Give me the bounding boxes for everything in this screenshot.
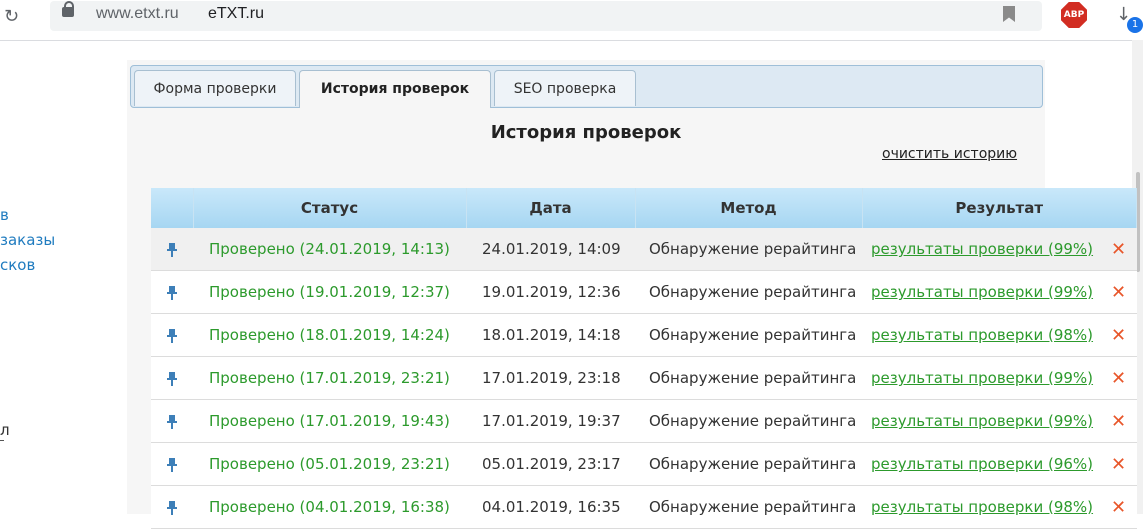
tab-check-history[interactable]: История проверок: [299, 70, 491, 108]
header-result: Результат: [862, 188, 1137, 228]
date-cell: 17.01.2019, 19:37: [466, 399, 635, 443]
method-cell: Обнаружение рерайтинга: [635, 270, 862, 314]
status-cell: Проверено (19.01.2019, 12:37): [193, 270, 466, 314]
tab-seo-check[interactable]: SEO проверка: [494, 70, 636, 106]
method-cell: Обнаружение рерайтинга: [635, 442, 862, 486]
table-header-row: Статус Дата Метод Результат: [151, 188, 1137, 228]
date-cell: 24.01.2019, 14:09: [466, 228, 635, 271]
table-row: Проверено (19.01.2019, 12:37) 19.01.2019,…: [151, 270, 1137, 314]
delete-icon[interactable]: ✕: [1100, 313, 1137, 357]
method-cell: Обнаружение рерайтинга: [635, 356, 862, 400]
table-row: Проверено (18.01.2019, 14:24) 18.01.2019,…: [151, 313, 1137, 357]
method-cell: Обнаружение рерайтинга: [635, 485, 862, 529]
result-cell: результаты проверки (99%): [862, 270, 1101, 314]
status-cell: Проверено (24.01.2019, 14:13): [193, 228, 466, 271]
delete-icon[interactable]: ✕: [1100, 485, 1137, 529]
delete-icon[interactable]: ✕: [1100, 356, 1137, 400]
result-link[interactable]: результаты проверки (99%): [871, 369, 1093, 387]
status-cell: Проверено (17.01.2019, 23:21): [193, 356, 466, 400]
date-cell: 05.01.2019, 23:17: [466, 442, 635, 486]
sidebar-link-3[interactable]: сков: [0, 256, 35, 274]
header-pin: [151, 188, 194, 228]
header-date: Дата: [466, 188, 636, 228]
pin-icon[interactable]: [151, 485, 193, 529]
url-domain: www.etxt.ru: [96, 5, 179, 22]
status-cell: Проверено (04.01.2019, 16:38): [193, 485, 466, 529]
pin-icon[interactable]: [151, 270, 193, 314]
date-cell: 19.01.2019, 12:36: [466, 270, 635, 314]
delete-icon[interactable]: ✕: [1100, 442, 1137, 486]
page-title: История проверок: [490, 122, 682, 143]
status-cell: Проверено (05.01.2019, 23:21): [193, 442, 466, 486]
date-cell: 18.01.2019, 14:18: [466, 313, 635, 357]
pin-icon[interactable]: [151, 313, 193, 357]
address-bar[interactable]: [50, 1, 1042, 31]
result-cell: результаты проверки (99%): [862, 356, 1101, 400]
adblock-icon[interactable]: ABP: [1061, 2, 1087, 28]
sidebar-link-orders[interactable]: заказы: [0, 231, 55, 249]
result-link[interactable]: результаты проверки (99%): [871, 240, 1093, 258]
pin-icon[interactable]: [151, 399, 193, 443]
delete-icon[interactable]: ✕: [1100, 228, 1137, 271]
status-cell: Проверено (18.01.2019, 14:24): [193, 313, 466, 357]
result-link[interactable]: результаты проверки (98%): [871, 498, 1093, 516]
tab-check-form[interactable]: Форма проверки: [134, 70, 296, 106]
result-cell: результаты проверки (98%): [862, 485, 1101, 529]
clear-history-link[interactable]: очистить историю: [882, 146, 1017, 162]
pin-icon[interactable]: [151, 442, 193, 486]
delete-icon[interactable]: ✕: [1100, 399, 1137, 443]
pin-icon[interactable]: [151, 356, 193, 400]
method-cell: Обнаружение рерайтинга: [635, 313, 862, 357]
date-cell: 04.01.2019, 16:35: [466, 485, 635, 529]
result-link[interactable]: результаты проверки (96%): [871, 455, 1093, 473]
header-status: Статус: [193, 188, 467, 228]
result-link[interactable]: результаты проверки (99%): [871, 412, 1093, 430]
result-cell: результаты проверки (99%): [862, 228, 1101, 271]
url-page-title: eTXT.ru: [208, 5, 265, 22]
method-cell: Обнаружение рерайтинга: [635, 399, 862, 443]
table-row: Проверено (04.01.2019, 16:38) 04.01.2019,…: [151, 485, 1137, 529]
result-link[interactable]: результаты проверки (98%): [871, 326, 1093, 344]
reload-icon[interactable]: ↻: [4, 6, 19, 27]
table-row: Проверено (17.01.2019, 23:21) 17.01.2019,…: [151, 356, 1137, 400]
result-cell: результаты проверки (98%): [862, 313, 1101, 357]
sidebar-text: л: [0, 421, 10, 439]
lock-icon: [62, 1, 74, 17]
result-cell: результаты проверки (96%): [862, 442, 1101, 486]
date-cell: 17.01.2019, 23:18: [466, 356, 635, 400]
result-cell: результаты проверки (99%): [862, 399, 1101, 443]
delete-icon[interactable]: ✕: [1100, 270, 1137, 314]
table-row: Проверено (24.01.2019, 14:13) 24.01.2019,…: [151, 228, 1137, 271]
sidebar-underline: [0, 440, 4, 441]
download-count-badge: 1: [1127, 17, 1143, 33]
browser-toolbar: ↻ www.etxt.ru eTXT.ru ABP ↓ 1: [0, 0, 1143, 41]
method-cell: Обнаружение рерайтинга: [635, 228, 862, 271]
status-cell: Проверено (17.01.2019, 19:43): [193, 399, 466, 443]
pin-icon[interactable]: [151, 228, 193, 271]
table-row: Проверено (05.01.2019, 23:21) 05.01.2019,…: [151, 442, 1137, 486]
sidebar-link-1[interactable]: в: [0, 206, 9, 224]
history-table: Статус Дата Метод Результат Проверено (2…: [151, 188, 1137, 529]
result-link[interactable]: результаты проверки (99%): [871, 283, 1093, 301]
header-method: Метод: [635, 188, 863, 228]
table-row: Проверено (17.01.2019, 19:43) 17.01.2019,…: [151, 399, 1137, 443]
